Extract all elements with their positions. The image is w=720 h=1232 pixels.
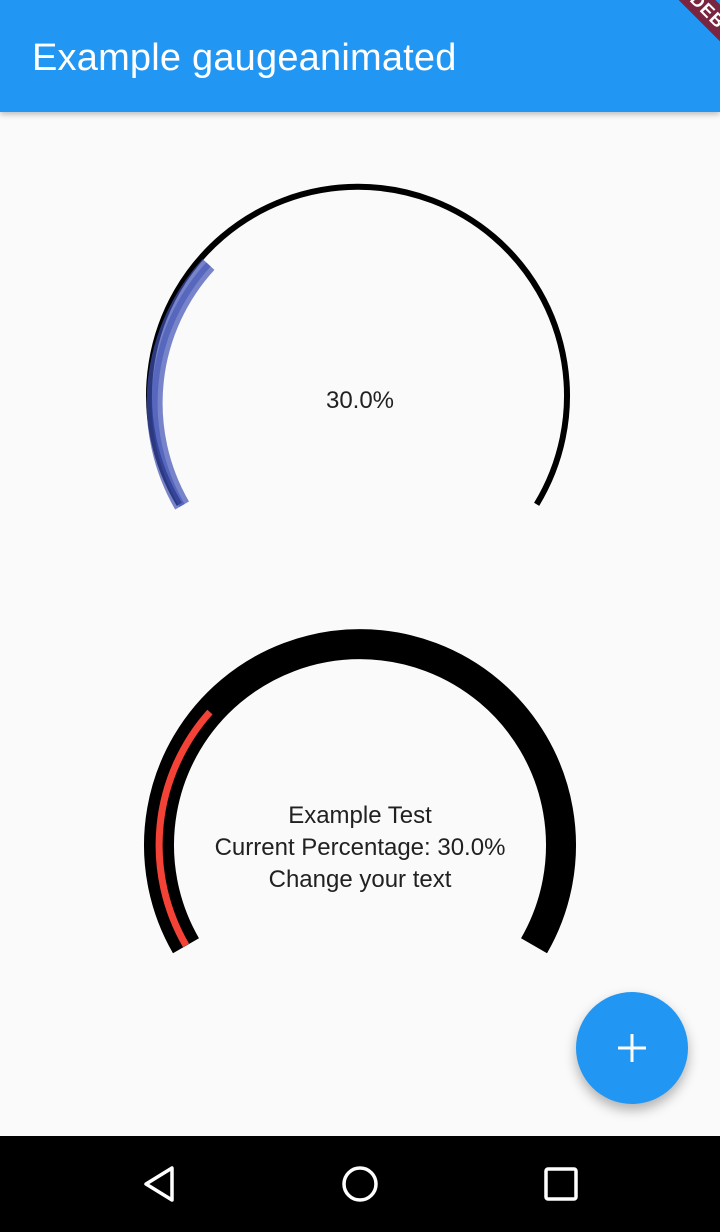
app-bar: Example gaugeanimated xyxy=(0,0,720,112)
gauge-secondary-track xyxy=(144,629,576,954)
gauge-secondary-text: Example Test Current Percentage: 30.0% C… xyxy=(0,800,720,896)
debug-banner: DEBUG xyxy=(620,0,720,100)
gauge-secondary-percentage: Current Percentage: 30.0% xyxy=(214,834,506,861)
gauge-secondary-subtitle: Change your text xyxy=(268,866,452,893)
plus-icon xyxy=(618,1034,646,1062)
page-title: Example gaugeanimated xyxy=(32,37,457,79)
recents-square-icon xyxy=(544,1167,578,1201)
add-button[interactable] xyxy=(576,992,688,1104)
back-triangle-icon xyxy=(144,1166,174,1202)
system-nav-bar xyxy=(0,1136,720,1232)
gauge-primary-track xyxy=(146,183,570,506)
gauge-primary-value: 30.0% xyxy=(325,387,395,414)
home-circle-icon xyxy=(342,1166,378,1202)
debug-label: DEBUG xyxy=(652,0,720,87)
gauge-secondary-title: Example Test xyxy=(288,802,432,829)
nav-recents-button[interactable] xyxy=(536,1160,584,1208)
nav-back-button[interactable] xyxy=(136,1160,184,1208)
gauge-primary xyxy=(146,183,570,510)
nav-home-button[interactable] xyxy=(336,1160,384,1208)
